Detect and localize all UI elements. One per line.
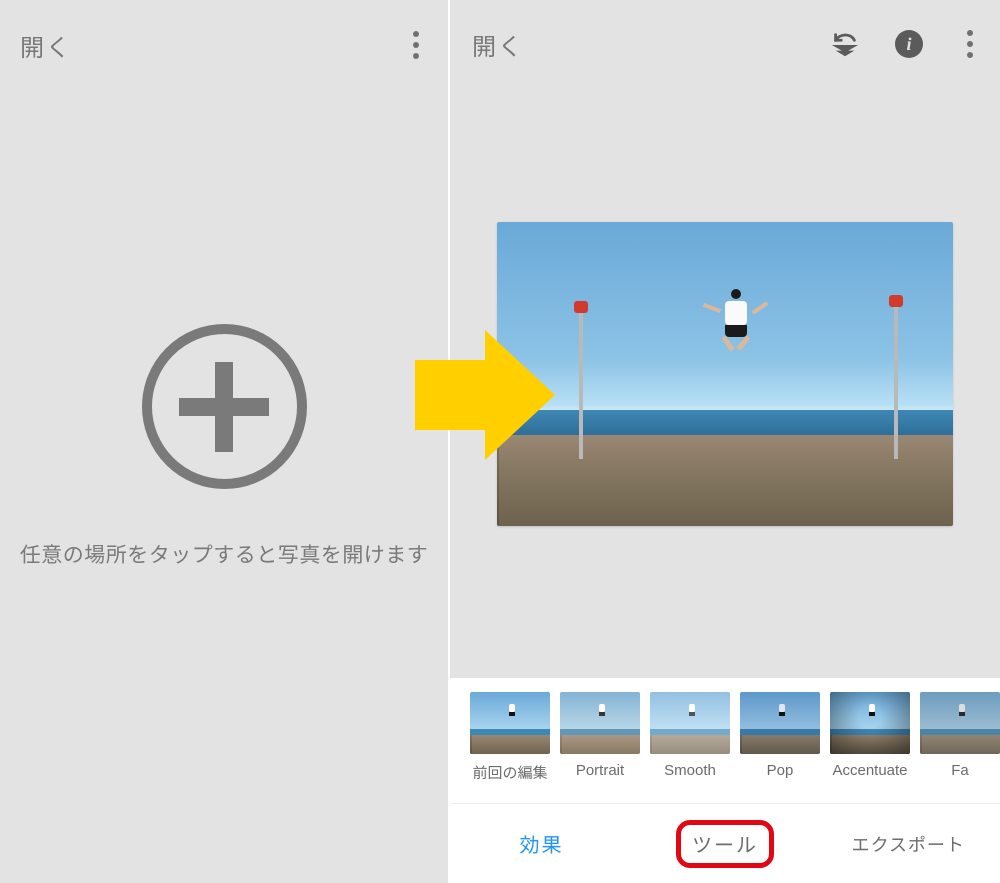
image-preview-area[interactable] <box>450 70 1000 678</box>
nav-effects-button[interactable]: 効果 <box>450 804 633 883</box>
preset-thumbnail <box>650 692 730 754</box>
preset-label: Accentuate <box>832 762 907 779</box>
preset-label: Portrait <box>576 762 624 779</box>
tap-hint-text: 任意の場所をタップすると写真を開けます <box>20 539 429 569</box>
nav-tools-button[interactable]: ツール <box>633 804 816 883</box>
add-photo-icon <box>142 324 307 489</box>
nav-export-button[interactable]: エクスポート <box>817 804 1000 883</box>
preset-thumbnail <box>920 692 1000 754</box>
preset-label: Pop <box>767 762 794 779</box>
loaded-photo <box>497 222 953 526</box>
open-button[interactable]: 開く <box>472 27 524 62</box>
editor-screen: 開く i <box>448 0 1000 883</box>
info-icon[interactable]: i <box>894 29 924 59</box>
preset-last_edit[interactable]: 前回の編集 <box>470 692 550 799</box>
tap-to-open-area[interactable]: 任意の場所をタップすると写真を開けます <box>0 40 448 853</box>
preset-thumbnail <box>470 692 550 754</box>
preset-fa[interactable]: Fa <box>920 692 1000 799</box>
preset-portrait[interactable]: Portrait <box>560 692 640 799</box>
preset-thumbnail <box>830 692 910 754</box>
nav-tools-label: ツール <box>692 829 758 858</box>
preset-label: 前回の編集 <box>472 762 547 783</box>
preset-smooth[interactable]: Smooth <box>650 692 730 799</box>
preset-thumbnail <box>740 692 820 754</box>
empty-state-screen: 開く 任意の場所をタップすると写真を開けます <box>0 0 448 883</box>
right-toolbar: 開く i <box>450 0 1000 70</box>
more-menu-button[interactable] <box>958 24 982 64</box>
preset-filter-strip: 前回の編集 Portrait Smooth Pop Accentuate Fa <box>450 678 1000 803</box>
preset-label: Smooth <box>664 762 716 779</box>
preset-thumbnail <box>560 692 640 754</box>
preset-pop[interactable]: Pop <box>740 692 820 799</box>
preset-label: Fa <box>951 762 969 779</box>
preset-accentuate[interactable]: Accentuate <box>830 692 910 799</box>
bottom-nav: 効果 ツール エクスポート <box>450 803 1000 883</box>
undo-history-icon[interactable] <box>830 29 860 59</box>
